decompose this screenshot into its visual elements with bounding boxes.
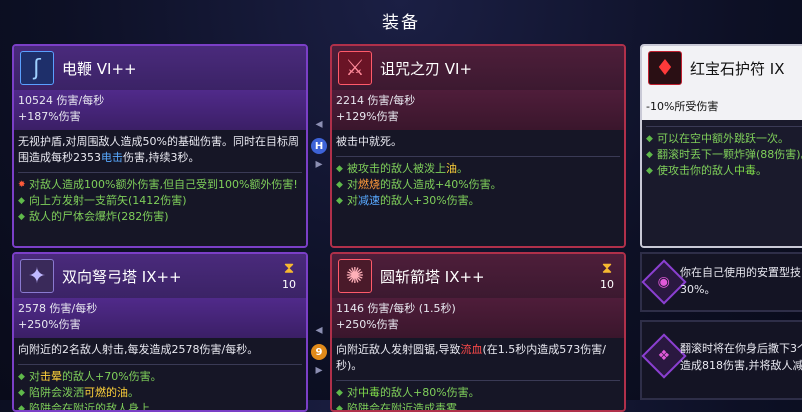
connector-bottom: ◂ 9 ▸ [308, 322, 330, 378]
lightning-whip-icon: ʃ [20, 51, 54, 85]
bullet-icon: ◆ [18, 388, 25, 398]
cooldown-value: 10 [282, 278, 296, 291]
cooldown-value: 10 [600, 278, 614, 291]
card-header: ♦ 红宝石护符 IX [642, 46, 802, 90]
bullet-icon: ◆ [646, 134, 653, 144]
modifier-line: ◆ 对减速的敌人+30%伤害。 [336, 194, 480, 207]
item-stats: 10524 伤害/每秒 +187%伤害 [14, 90, 306, 130]
dps-stat: 2214 伤害/每秒 [336, 94, 416, 107]
damage-bonus-stat: +129%伤害 [336, 110, 399, 123]
item-description: ◆ 可以在空中额外跳跃一次。 ◆ 翻滚时丢下一颗炸弹(88伤害)。 ◆ 使攻击你… [642, 120, 802, 246]
bullet-icon: ◆ [336, 388, 343, 398]
card-header: ⚔ 诅咒之刃 VI+ [332, 46, 624, 90]
bullet-icon: ◆ [336, 404, 343, 412]
gem-slot-icon: 9 [311, 344, 327, 360]
item-stats: 2578 伤害/每秒 +250%伤害 [14, 298, 306, 338]
divider [18, 172, 302, 173]
damage-reduction-stat: -10%所受伤害 [646, 100, 719, 113]
arrow-right-icon: ▸ [315, 156, 323, 172]
card-header: ✦ 双向弩弓塔 IX++ ⧗ 10 [14, 254, 306, 298]
modifier-line: ◆ 被攻击的敌人被泼上油。 [336, 162, 468, 175]
divider [336, 380, 620, 381]
bullet-icon: ◆ [18, 212, 25, 222]
modifier-line: ◆ 陷阱会泼洒可燃的油。 [18, 386, 139, 399]
desc-line: 向附近的2名敌人射击,每发造成2578伤害/每秒。 [18, 343, 259, 356]
divider [336, 156, 620, 157]
damage-bonus-stat: +250%伤害 [18, 318, 81, 331]
item-name: 诅咒之刃 VI+ [380, 59, 473, 78]
modifier-line: ◆ 翻滚时丢下一颗炸弹(88伤害)。 [646, 148, 802, 161]
hourglass-icon: ⧗ [601, 259, 613, 277]
item-description: 被击中就死。 ◆ 被攻击的敌人被泼上油。 ◆ 对燃烧的敌人造成+40%伤害。 ◆… [332, 130, 624, 246]
bullet-icon: ◆ [18, 404, 25, 412]
dps-stat: 2578 伤害/每秒 [18, 302, 98, 315]
desc-line: 被击中就死。 [336, 135, 402, 148]
item-description: 无视护盾,对周围敌人造成50%的基础伤害。同时在目标周 围造成每秒2353电击伤… [14, 130, 306, 246]
bullet-icon: ◆ [18, 196, 25, 206]
modifier-line: ◆ 使攻击你的敌人中毒。 [646, 164, 767, 177]
electric-keyword: 电击 [101, 151, 123, 164]
card-header: ✺ 圆斩箭塔 IX++ ⧗ 10 [332, 254, 624, 298]
mutation-panel[interactable]: ❖ 翻滚时将在你身后撒下3个 造成818伤害,并将敌人减 [640, 320, 802, 400]
mutation-panel[interactable]: ◉ 你在自己使用的安置型技 30%。 [640, 252, 802, 312]
mutation-text: 翻滚时将在你身后撒下3个 造成818伤害,并将敌人减 [680, 342, 802, 372]
bullet-icon: ◆ [18, 372, 25, 382]
modifier-line: ◆ 陷阱会在附近造成毒雾 [336, 401, 620, 412]
modifier-line: ◆ 向上方发射一支箭矢(1412伤害) [18, 194, 187, 207]
damage-bonus-stat: +250%伤害 [336, 318, 399, 331]
divider [18, 364, 302, 365]
item-card-sawblade-turret[interactable]: ✺ 圆斩箭塔 IX++ ⧗ 10 1146 伤害/每秒 (1.5秒) +250%… [330, 252, 626, 412]
item-stats: 1146 伤害/每秒 (1.5秒) +250%伤害 [332, 298, 624, 338]
card-header: ʃ 电鞭 VI++ [14, 46, 306, 90]
divider [646, 126, 802, 127]
item-card-cursed-blade[interactable]: ⚔ 诅咒之刃 VI+ 2214 伤害/每秒 +129%伤害 被击中就死。 ◆ 被… [330, 44, 626, 248]
modifier-line: ✸ 对敌人造成100%额外伤害,但自己受到100%额外伤害! [18, 178, 298, 191]
item-name: 圆斩箭塔 IX++ [380, 267, 485, 286]
desc-line: 秒)。 [336, 359, 363, 372]
arrow-left-icon: ◂ [315, 116, 323, 132]
item-description: 向附近的2名敌人射击,每发造成2578伤害/每秒。 ◆ 对击晕的敌人+70%伤害… [14, 338, 306, 410]
connector-top: ◂ H ▸ [308, 116, 330, 172]
dps-stat: 1146 伤害/每秒 (1.5秒) [336, 302, 456, 315]
dps-stat: 10524 伤害/每秒 [18, 94, 105, 107]
item-card-ruby-amulet[interactable]: ♦ 红宝石护符 IX -10%所受伤害 ◆ 可以在空中额外跳跃一次。 ◆ 翻滚时… [640, 44, 802, 248]
item-name: 电鞭 VI++ [62, 59, 137, 78]
bullet-icon: ◆ [646, 166, 653, 176]
desc-line: 无视护盾,对周围敌人造成50%的基础伤害。同时在目标周 [18, 135, 299, 148]
item-stats: -10%所受伤害 [642, 90, 802, 120]
item-card-electric-whip[interactable]: ʃ 电鞭 VI++ 10524 伤害/每秒 +187%伤害 无视护盾,对周围敌人… [12, 44, 308, 248]
double-crossbow-turret-icon: ✦ [20, 259, 54, 293]
item-name: 红宝石护符 IX [690, 59, 785, 78]
modifier-line: ◆ 对击晕的敌人+70%伤害。 [18, 370, 162, 383]
bullet-icon: ◆ [336, 164, 343, 174]
gem-slot-icon: H [311, 138, 327, 154]
curse-bullet-icon: ✸ [18, 180, 26, 190]
ruby-amulet-icon: ♦ [648, 51, 682, 85]
hourglass-icon: ⧗ [283, 259, 295, 277]
bullet-icon: ◆ [646, 150, 653, 160]
modifier-line: ◆ 陷阱会在附近的敌人身上 [18, 401, 302, 412]
item-stats: 2214 伤害/每秒 +129%伤害 [332, 90, 624, 130]
modifier-line: ◆ 敌人的尸体会爆炸(282伤害) [18, 210, 169, 223]
modifier-line: ◆ 对燃烧的敌人造成+40%伤害。 [336, 178, 502, 191]
cursed-blade-icon: ⚔ [338, 51, 372, 85]
desc-line: 围造成每秒2353电击伤害,持续3秒。 [18, 151, 200, 164]
modifier-line: ◆ 对中毒的敌人+80%伤害。 [336, 386, 480, 399]
page-title: 装备 [382, 13, 420, 33]
arrow-right-icon: ▸ [315, 362, 323, 378]
item-card-double-crossbow[interactable]: ✦ 双向弩弓塔 IX++ ⧗ 10 2578 伤害/每秒 +250%伤害 向附近… [12, 252, 308, 412]
bullet-icon: ◆ [336, 196, 343, 206]
sawblade-turret-icon: ✺ [338, 259, 372, 293]
modifier-line: ◆ 可以在空中额外跳跃一次。 [646, 132, 789, 145]
cooldown-timer: ⧗ 10 [280, 260, 298, 291]
desc-line: 向附近敌人发射圆锯,导致流血(在1.5秒内造成573伤害/ [336, 343, 606, 356]
bullet-icon: ◆ [336, 180, 343, 190]
mutation-text: 你在自己使用的安置型技 30%。 [680, 266, 801, 296]
damage-bonus-stat: +187%伤害 [18, 110, 81, 123]
item-name: 双向弩弓塔 IX++ [62, 267, 182, 286]
arrow-left-icon: ◂ [315, 322, 323, 338]
cooldown-timer: ⧗ 10 [598, 260, 616, 291]
bleed-keyword: 流血 [460, 343, 483, 356]
item-description: 向附近敌人发射圆锯,导致流血(在1.5秒内造成573伤害/ 秒)。 ◆ 对中毒的… [332, 338, 624, 410]
